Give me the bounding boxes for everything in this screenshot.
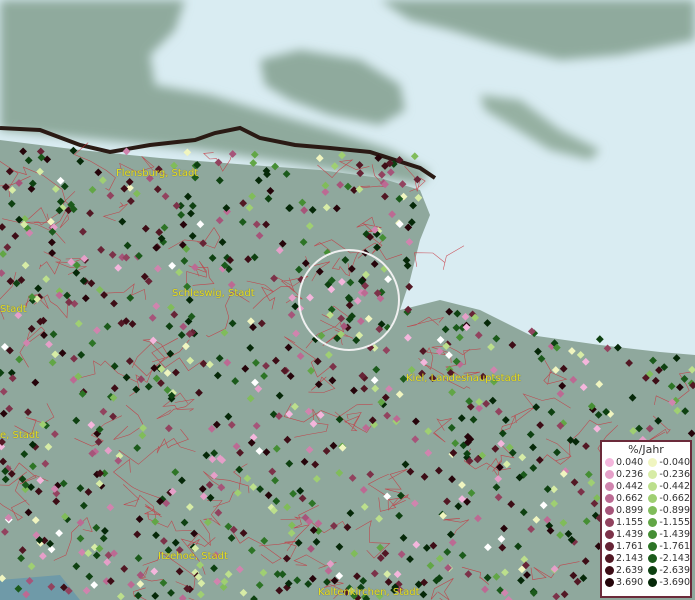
legend-swatch <box>605 457 614 467</box>
city-label-itzehoe: Itzehoe, Stadt <box>158 551 228 562</box>
legend-label: -0.442 <box>659 480 690 492</box>
legend-label: 0.899 <box>616 504 644 516</box>
legend: %/Jahr 0.040 -0.040 0.236 -0.236 0.442 -0.442… <box>600 440 692 598</box>
legend-positive-entry: 1.439 <box>602 529 645 540</box>
legend-negative-entry: -1.155 <box>645 517 690 528</box>
legend-swatch <box>605 553 614 563</box>
legend-row: 0.899 -0.899 <box>602 504 690 516</box>
legend-label: 0.236 <box>616 468 644 480</box>
legend-row: 1.155 -1.155 <box>602 516 690 528</box>
legend-label: -1.761 <box>659 540 690 552</box>
legend-label: 2.639 <box>616 564 644 576</box>
city-label-kiel: Kiel, Landeshauptstadt <box>406 373 521 384</box>
legend-swatch <box>605 481 614 491</box>
legend-label: 0.442 <box>616 480 644 492</box>
legend-swatch <box>648 565 658 575</box>
legend-swatch <box>605 517 614 527</box>
legend-positive-entry: 0.899 <box>602 505 645 516</box>
city-label-flensburg: Flensburg, Stadt <box>116 168 199 179</box>
legend-label: 1.439 <box>616 528 644 540</box>
legend-positive-entry: 2.143 <box>602 553 645 564</box>
legend-label: 1.155 <box>616 516 644 528</box>
city-label-stadt-west: Stadt <box>0 304 27 315</box>
legend-label: -0.236 <box>659 468 690 480</box>
legend-swatch <box>605 529 614 539</box>
legend-negative-entry: -3.690 <box>645 577 690 588</box>
legend-swatch <box>605 577 614 587</box>
legend-row: 0.040 -0.040 <box>602 456 690 468</box>
legend-swatch <box>648 493 658 503</box>
legend-label: -1.439 <box>659 528 690 540</box>
legend-label: -0.040 <box>659 456 690 468</box>
legend-negative-entry: -1.439 <box>645 529 690 540</box>
legend-label: -0.899 <box>659 504 690 516</box>
legend-row: 2.143 -2.143 <box>602 552 690 564</box>
legend-swatch <box>648 529 658 539</box>
legend-negative-entry: -0.040 <box>645 457 690 468</box>
city-label-schleswig: Schleswig, Stadt <box>172 288 255 299</box>
legend-swatch <box>605 493 614 503</box>
legend-label: 1.761 <box>616 540 644 552</box>
legend-row: 0.442 -0.442 <box>602 480 690 492</box>
legend-swatch <box>648 517 658 527</box>
legend-negative-entry: -2.639 <box>645 565 690 576</box>
legend-swatch <box>605 505 614 515</box>
legend-positive-entry: 0.442 <box>602 481 645 492</box>
map-canvas[interactable] <box>0 0 695 600</box>
legend-swatch <box>648 481 658 491</box>
legend-swatch <box>648 577 658 587</box>
legend-positive-entry: 2.639 <box>602 565 645 576</box>
legend-swatch <box>648 469 658 479</box>
legend-swatch <box>605 565 614 575</box>
legend-label: 3.690 <box>616 576 644 588</box>
legend-negative-entry: -1.761 <box>645 541 690 552</box>
legend-positive-entry: 1.155 <box>602 517 645 528</box>
city-label-e-stadt: e, Stadt <box>0 430 40 441</box>
legend-row: 1.439 -1.439 <box>602 528 690 540</box>
legend-row: 0.662 -0.662 <box>602 492 690 504</box>
legend-swatch <box>648 505 658 515</box>
legend-row: 1.761 -1.761 <box>602 540 690 552</box>
legend-positive-entry: 0.236 <box>602 469 645 480</box>
legend-positive-entry: 0.662 <box>602 493 645 504</box>
legend-label: -3.690 <box>659 576 690 588</box>
legend-label: 0.040 <box>616 456 644 468</box>
legend-row: 3.690 -3.690 <box>602 576 690 588</box>
legend-negative-entry: -0.899 <box>645 505 690 516</box>
legend-positive-entry: 0.040 <box>602 457 645 468</box>
legend-swatch <box>605 469 614 479</box>
legend-label: -2.639 <box>659 564 690 576</box>
legend-title: %/Jahr <box>628 443 664 456</box>
legend-swatch <box>605 541 614 551</box>
legend-positive-entry: 3.690 <box>602 577 645 588</box>
legend-row: 0.236 -0.236 <box>602 468 690 480</box>
legend-label: -2.143 <box>659 552 690 564</box>
legend-swatch <box>648 541 658 551</box>
legend-label: 0.662 <box>616 492 644 504</box>
legend-swatch <box>648 553 658 563</box>
legend-row: 2.639 -2.639 <box>602 564 690 576</box>
legend-swatch <box>648 457 658 467</box>
legend-negative-entry: -0.662 <box>645 493 690 504</box>
legend-negative-entry: -0.236 <box>645 469 690 480</box>
city-label-kaltenkirchen: Kaltenkirchen, Stadt <box>318 587 420 598</box>
legend-label: -1.155 <box>659 516 690 528</box>
legend-negative-entry: -0.442 <box>645 481 690 492</box>
legend-label: -0.662 <box>659 492 690 504</box>
legend-negative-entry: -2.143 <box>645 553 690 564</box>
legend-positive-entry: 1.761 <box>602 541 645 552</box>
legend-label: 2.143 <box>616 552 644 564</box>
